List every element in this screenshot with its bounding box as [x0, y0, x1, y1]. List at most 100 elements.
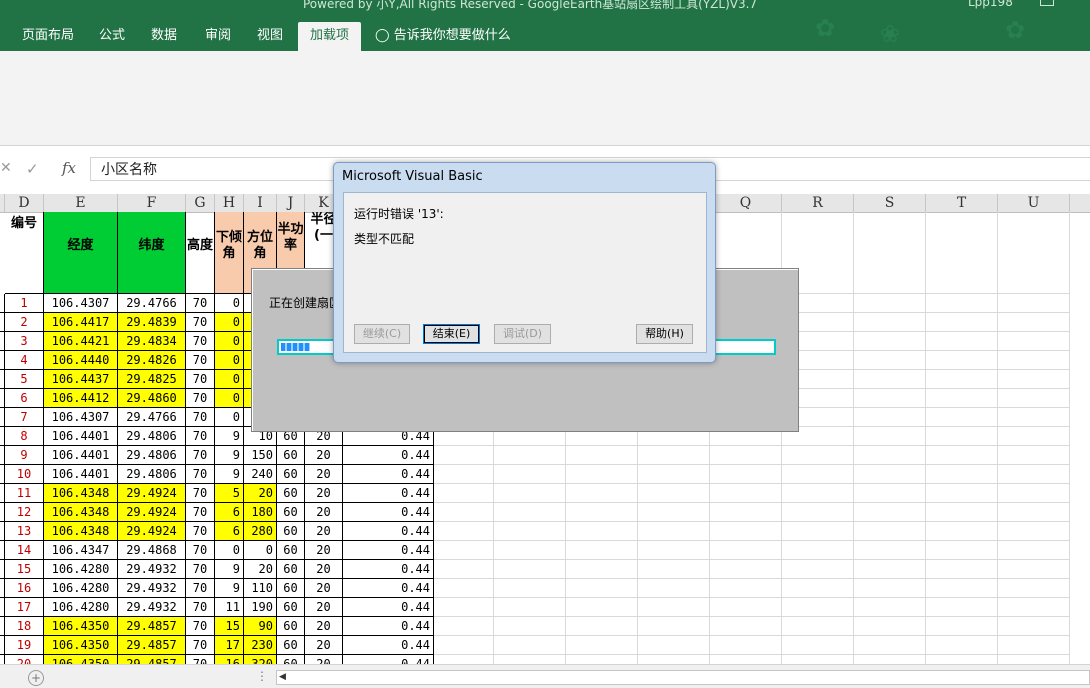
table-cell[interactable]: 60 [277, 522, 305, 541]
table-cell[interactable]: 60 [277, 484, 305, 503]
table-cell[interactable]: 70 [186, 579, 215, 598]
table-cell[interactable] [638, 617, 710, 636]
table-cell[interactable] [638, 503, 710, 522]
table-cell[interactable] [0, 636, 5, 655]
table-cell[interactable] [854, 212, 926, 294]
table-cell[interactable]: 18 [5, 617, 44, 636]
table-cell[interactable]: 29.4766 [118, 294, 186, 313]
table-cell[interactable] [494, 617, 566, 636]
table-cell[interactable]: 20 [305, 655, 343, 664]
table-cell[interactable] [854, 465, 926, 484]
table-cell[interactable] [638, 484, 710, 503]
table-cell[interactable]: 17 [215, 636, 244, 655]
table-cell[interactable]: 70 [186, 408, 215, 427]
table-cell[interactable] [782, 598, 854, 617]
table-cell[interactable] [566, 617, 638, 636]
table-cell[interactable]: 70 [186, 313, 215, 332]
table-cell[interactable] [710, 579, 782, 598]
table-cell[interactable]: 70 [186, 294, 215, 313]
table-cell[interactable] [638, 560, 710, 579]
table-cell[interactable]: 70 [186, 598, 215, 617]
table-cell[interactable] [926, 541, 998, 560]
table-cell[interactable]: 70 [186, 427, 215, 446]
table-cell[interactable]: 70 [186, 617, 215, 636]
table-cell[interactable]: 20 [305, 541, 343, 560]
table-cell[interactable] [782, 503, 854, 522]
table-cell[interactable] [854, 503, 926, 522]
table-cell[interactable] [710, 617, 782, 636]
table-cell[interactable] [710, 503, 782, 522]
table-cell[interactable] [998, 636, 1070, 655]
table-cell[interactable]: 7 [5, 408, 44, 427]
table-cell[interactable]: 29.4839 [118, 313, 186, 332]
table-cell[interactable] [710, 560, 782, 579]
table-cell[interactable]: 60 [277, 465, 305, 484]
table-cell[interactable]: 70 [186, 636, 215, 655]
tab-add-ins[interactable]: 加载项 [298, 22, 361, 51]
table-cell[interactable]: 60 [277, 446, 305, 465]
table-cell[interactable]: 19 [5, 636, 44, 655]
table-cell[interactable] [854, 313, 926, 332]
table-cell[interactable] [854, 598, 926, 617]
table-cell[interactable]: 9 [215, 579, 244, 598]
table-cell[interactable]: 2 [5, 313, 44, 332]
table-cell[interactable]: 110 [244, 579, 277, 598]
table-cell[interactable] [782, 655, 854, 664]
table-cell[interactable]: 70 [186, 503, 215, 522]
table-cell[interactable] [782, 446, 854, 465]
table-cell[interactable] [926, 427, 998, 446]
header-cell-height[interactable]: 高度 [186, 212, 215, 294]
table-cell[interactable] [638, 541, 710, 560]
header-cell-tilt[interactable]: 下倾角 [215, 212, 244, 294]
table-cell[interactable]: 0.44 [343, 503, 434, 522]
table-cell[interactable]: 29.4924 [118, 484, 186, 503]
table-cell[interactable]: 0 [215, 408, 244, 427]
table-cell[interactable] [494, 598, 566, 617]
table-cell[interactable] [854, 446, 926, 465]
column-header-d[interactable]: D [5, 194, 44, 212]
table-cell[interactable]: 106.4350 [44, 617, 118, 636]
table-cell[interactable]: 0.44 [343, 636, 434, 655]
table-cell[interactable] [710, 541, 782, 560]
table-cell[interactable]: 20 [305, 560, 343, 579]
table-cell[interactable] [782, 579, 854, 598]
table-cell[interactable]: 29.4806 [118, 446, 186, 465]
tab-page-layout[interactable]: 页面布局 [22, 22, 74, 51]
table-cell[interactable]: 20 [305, 598, 343, 617]
table-cell[interactable] [638, 522, 710, 541]
splitter-handle-icon[interactable]: ⋮ [256, 669, 268, 683]
table-cell[interactable]: 70 [186, 541, 215, 560]
table-cell[interactable] [998, 503, 1070, 522]
table-cell[interactable]: 60 [277, 541, 305, 560]
table-cell[interactable]: 60 [277, 598, 305, 617]
header-cell-longitude[interactable]: 经度 [44, 212, 118, 294]
table-cell[interactable]: 20 [244, 484, 277, 503]
table-cell[interactable]: 6 [215, 522, 244, 541]
table-cell[interactable]: 106.4440 [44, 351, 118, 370]
continue-button[interactable]: 继续(C) [354, 324, 410, 344]
table-cell[interactable] [0, 332, 5, 351]
table-cell[interactable]: 29.4766 [118, 408, 186, 427]
table-cell[interactable] [782, 484, 854, 503]
table-cell[interactable]: 1 [5, 294, 44, 313]
table-cell[interactable]: 9 [215, 427, 244, 446]
table-cell[interactable]: 70 [186, 446, 215, 465]
table-cell[interactable]: 0.44 [343, 484, 434, 503]
table-cell[interactable]: 70 [186, 484, 215, 503]
table-cell[interactable] [566, 579, 638, 598]
table-cell[interactable] [926, 313, 998, 332]
table-cell[interactable] [0, 522, 5, 541]
table-cell[interactable]: 0.44 [343, 655, 434, 664]
table-cell[interactable] [0, 617, 5, 636]
table-cell[interactable] [710, 484, 782, 503]
table-cell[interactable] [566, 560, 638, 579]
table-cell[interactable]: 29.4806 [118, 465, 186, 484]
table-cell[interactable]: 9 [215, 465, 244, 484]
table-cell[interactable]: 15 [5, 560, 44, 579]
table-cell[interactable] [638, 465, 710, 484]
table-cell[interactable] [926, 212, 998, 294]
table-cell[interactable] [566, 503, 638, 522]
table-cell[interactable] [494, 484, 566, 503]
table-cell[interactable]: 17 [5, 598, 44, 617]
table-cell[interactable]: 0.44 [343, 579, 434, 598]
